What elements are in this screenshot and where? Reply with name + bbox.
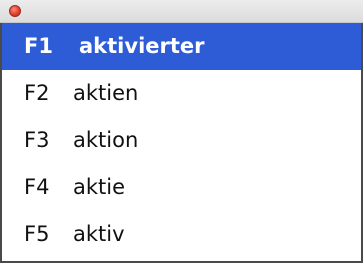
suggestion-window: F1 aktivierter F2 aktien F3 aktion F4 ak…	[0, 0, 363, 263]
suggestion-item-1[interactable]: F1 aktivierter	[2, 23, 361, 70]
close-button-icon[interactable]	[9, 5, 21, 17]
suggestion-item-2[interactable]: F2 aktien	[2, 70, 361, 117]
suggestion-item-3[interactable]: F3 aktion	[2, 117, 361, 164]
suggestion-word: aktien	[73, 81, 139, 105]
window-titlebar[interactable]	[0, 0, 363, 23]
suggestion-word: aktivierter	[79, 34, 205, 58]
suggestion-list: F1 aktivierter F2 aktien F3 aktion F4 ak…	[0, 23, 363, 263]
shortcut-key-label: F2	[24, 81, 50, 105]
shortcut-key-label: F3	[24, 128, 50, 152]
suggestion-item-5[interactable]: F5 aktiv	[2, 211, 361, 258]
suggestion-item-4[interactable]: F4 aktie	[2, 164, 361, 211]
suggestion-word: aktion	[73, 128, 139, 152]
suggestion-word: aktie	[73, 175, 126, 199]
shortcut-key-label: F5	[24, 222, 50, 246]
shortcut-key-label: F1	[24, 34, 53, 58]
shortcut-key-label: F4	[24, 175, 50, 199]
suggestion-word: aktiv	[73, 222, 125, 246]
